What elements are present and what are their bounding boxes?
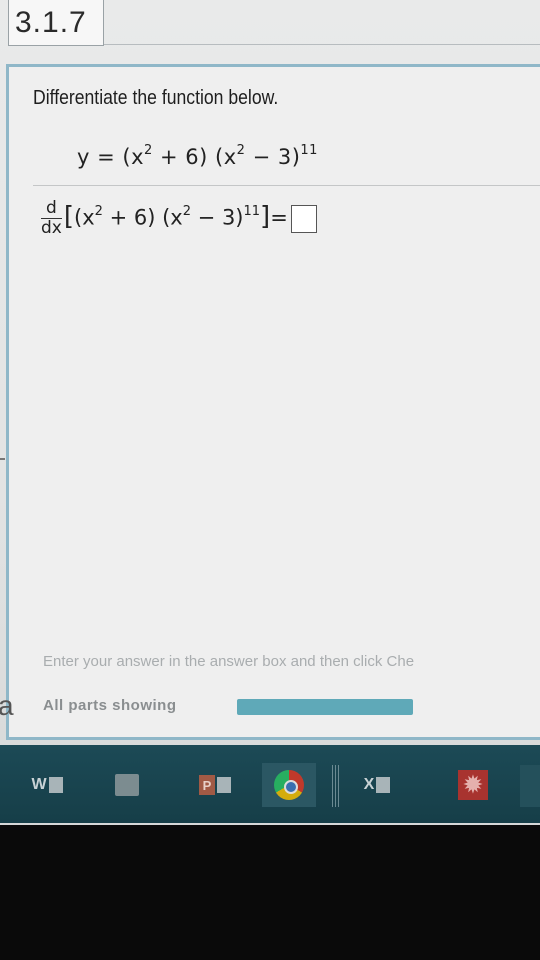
app-taskbar-button[interactable]: ✹: [446, 763, 500, 807]
edge-letter: a: [0, 690, 14, 721]
deriv-equals: =: [270, 205, 288, 230]
store-icon: [115, 774, 139, 796]
d-numerator: d: [41, 199, 62, 219]
excel-taskbar-button[interactable]: X: [350, 763, 404, 807]
function-equals: =: [97, 145, 116, 169]
powerpoint-icon: P: [199, 775, 215, 795]
taskbar-overflow: [520, 765, 540, 807]
excel-doc-icon: [376, 777, 391, 793]
instruction-text: Enter your answer in the answer box and …: [43, 653, 415, 670]
factor-1-rest: + 6): [152, 145, 208, 169]
deriv-outer-exponent: 11: [243, 203, 261, 219]
function-expression: y = (x2 + 6) (x2 − 3)11: [77, 143, 318, 169]
chrome-icon: [274, 770, 304, 800]
factor-2-rest: − 3): [245, 145, 301, 169]
taskbar: W P X ✹: [0, 745, 540, 823]
section-number: 3.1.7: [8, 0, 104, 46]
excel-icon: X: [363, 776, 375, 793]
deriv-factor-1-exponent: 2: [94, 203, 103, 219]
edge-mark: [0, 458, 5, 460]
deriv-factor-2: (x: [155, 205, 183, 230]
deriv-factor-2-exponent: 2: [182, 203, 191, 219]
factor-1: (x: [122, 145, 145, 169]
close-bracket: ]: [260, 201, 271, 232]
chrome-taskbar-button[interactable]: [262, 763, 316, 807]
progress-fill: [237, 699, 413, 715]
screen: 3.1.7 Differentiate the function below. …: [0, 0, 540, 825]
outer-exponent: 11: [300, 143, 318, 158]
question-divider: [33, 185, 540, 186]
word-taskbar-button[interactable]: W: [20, 763, 74, 807]
powerpoint-doc-icon: [217, 777, 231, 793]
header-divider: [104, 44, 540, 45]
derivative-expression: d dx [(x2 + 6) (x2 − 3)11]=: [41, 199, 317, 238]
answer-input[interactable]: [290, 204, 317, 233]
store-taskbar-button[interactable]: [100, 763, 154, 807]
deriv-factor-1: (x: [74, 205, 95, 230]
gear-icon: ✹: [458, 770, 488, 800]
open-bracket: [: [63, 201, 75, 232]
deriv-factor-2-rest: − 3): [191, 205, 244, 230]
factor-2: (x: [207, 145, 237, 169]
dx-denominator: dx: [41, 218, 62, 238]
factor-2-exponent: 2: [236, 143, 246, 158]
function-lhs: y: [77, 145, 90, 169]
question-prompt: Differentiate the function below.: [33, 87, 279, 109]
taskbar-separator: [332, 765, 340, 807]
progress-bar: [237, 699, 413, 715]
question-panel: Differentiate the function below. y = (x…: [6, 64, 540, 740]
powerpoint-taskbar-button[interactable]: P: [188, 763, 242, 807]
deriv-factor-1-rest: + 6): [102, 205, 156, 230]
all-parts-showing-label[interactable]: All parts showing: [43, 697, 177, 714]
word-doc-icon: [48, 777, 63, 793]
word-icon: W: [31, 776, 47, 793]
d-dx-operator: d dx: [41, 199, 62, 238]
factor-1-exponent: 2: [144, 143, 153, 158]
